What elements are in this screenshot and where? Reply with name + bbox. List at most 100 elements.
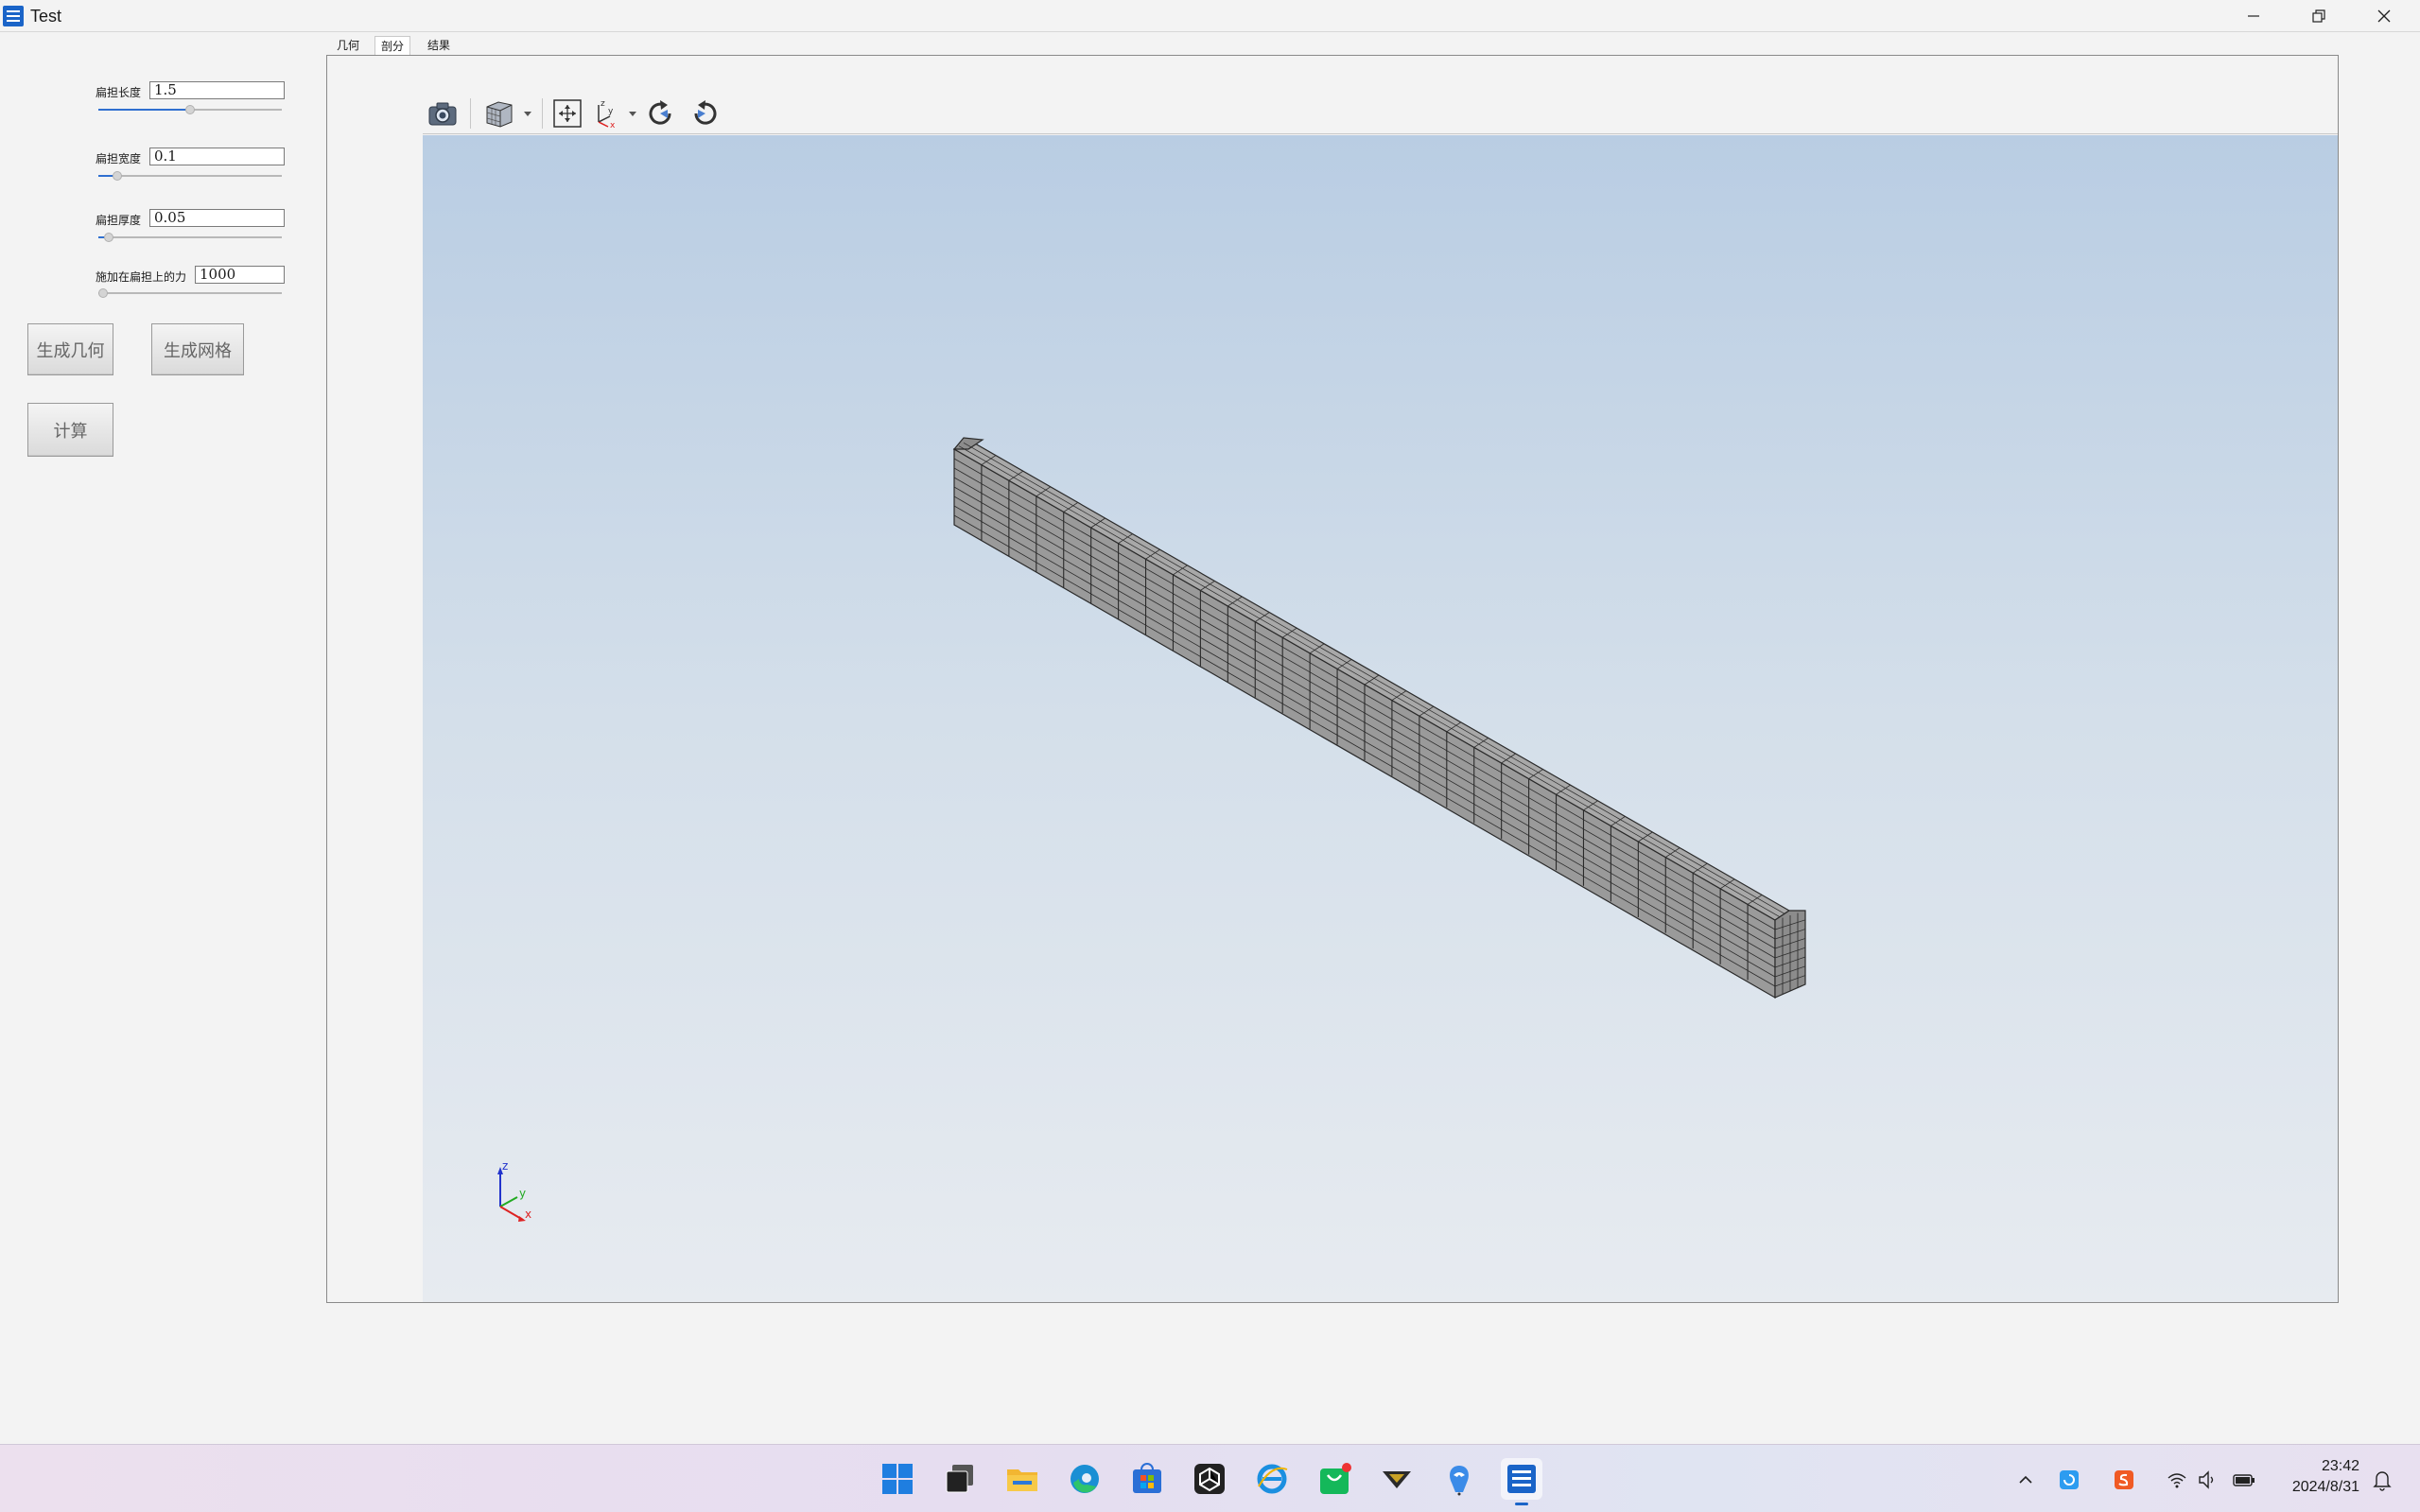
battery-icon <box>2233 1474 2255 1486</box>
param-label-force: 施加在扁担上的力 <box>96 270 187 284</box>
app-icon <box>3 6 24 26</box>
rotate-ccw-button[interactable] <box>688 96 723 130</box>
force-slider[interactable] <box>98 287 282 300</box>
mesh-line <box>953 458 1776 930</box>
force-input[interactable]: 1000 <box>195 266 285 284</box>
slider-handle[interactable] <box>103 233 113 242</box>
view-cube-button[interactable] <box>481 96 534 130</box>
viewer-toolbar: z y x <box>423 93 2338 134</box>
unity-button[interactable] <box>1189 1458 1230 1500</box>
notifications-button[interactable] <box>2370 1468 2394 1492</box>
ie-icon <box>1257 1464 1288 1494</box>
window-title: Test <box>30 7 62 26</box>
mesh-line <box>953 505 1776 978</box>
title-bar: Test <box>0 0 2420 32</box>
svg-text:y: y <box>608 107 614 116</box>
volume-icon <box>2199 1470 2214 1489</box>
task-view-button[interactable] <box>939 1458 981 1500</box>
compute-button[interactable]: 计算 <box>27 403 113 457</box>
slider-fill <box>98 175 113 177</box>
width-input[interactable]: 0.1 <box>149 148 285 165</box>
view-cube-icon <box>486 101 531 128</box>
tray-app-button[interactable] <box>2057 1468 2081 1492</box>
length-input[interactable]: 1.5 <box>149 81 285 99</box>
param-label-length: 扁担长度 <box>96 86 142 99</box>
rotate-ccw-icon <box>694 100 717 125</box>
close-button[interactable] <box>2352 0 2416 32</box>
tab-geometry[interactable]: 几何 <box>331 36 365 55</box>
qq-button[interactable] <box>1438 1458 1480 1500</box>
windows-start-button[interactable] <box>877 1458 918 1500</box>
slider-handle[interactable] <box>112 171 122 181</box>
thickness-slider[interactable] <box>98 231 282 244</box>
sogou-ime-icon <box>2115 1470 2133 1489</box>
generate-mesh-button[interactable]: 生成网格 <box>151 323 244 375</box>
mesh-line <box>953 514 1776 987</box>
game-button[interactable] <box>1376 1458 1418 1500</box>
slider-fill <box>98 109 185 111</box>
file-explorer-button[interactable] <box>1001 1458 1043 1500</box>
tab-mesh[interactable]: 剖分 <box>374 36 411 55</box>
task-view-icon <box>946 1465 973 1493</box>
length-slider[interactable] <box>98 103 282 116</box>
axis-view-icon: z y x <box>598 99 636 130</box>
battery-button[interactable] <box>2232 1468 2256 1492</box>
tray-app-icon <box>2060 1470 2079 1489</box>
camera-icon <box>428 102 457 126</box>
shopping-app-button[interactable] <box>1314 1458 1355 1500</box>
ie-button[interactable] <box>1251 1458 1293 1500</box>
rotate-cw-button[interactable] <box>642 96 678 130</box>
edge-icon <box>1071 1465 1099 1493</box>
wifi-button[interactable] <box>2165 1468 2189 1492</box>
system-clock[interactable]: 23:42 2024/8/31 <box>2292 1456 2359 1498</box>
param-label-width: 扁担宽度 <box>96 152 142 165</box>
ime-button[interactable] <box>2112 1468 2136 1492</box>
axis-view-button[interactable]: z y x <box>589 96 642 130</box>
thickness-input[interactable]: 0.05 <box>149 209 285 227</box>
mesh-line <box>958 445 1781 917</box>
x-axis-label: x <box>525 1208 531 1221</box>
show-hidden-icons-button[interactable] <box>2013 1468 2038 1492</box>
param-label-thickness: 扁担厚度 <box>96 214 142 227</box>
test-app-button[interactable] <box>1501 1458 1542 1505</box>
z-axis-label: z <box>502 1161 508 1173</box>
file-explorer-icon <box>1007 1469 1037 1491</box>
slider-handle[interactable] <box>185 105 195 114</box>
mesh-line <box>963 443 1785 914</box>
restore-button[interactable] <box>2287 0 2351 32</box>
test-app-icon <box>1507 1465 1536 1493</box>
fit-all-button[interactable] <box>549 96 585 130</box>
volume-button[interactable] <box>2196 1468 2220 1492</box>
close-icon <box>2377 9 2391 23</box>
taskbar: 23:42 2024/8/31 <box>0 1444 2420 1512</box>
wifi-icon <box>2168 1473 2186 1488</box>
chevron-up-icon <box>2019 1475 2032 1484</box>
tab-result[interactable]: 结果 <box>422 36 456 55</box>
store-button[interactable] <box>1126 1458 1168 1500</box>
mesh-line <box>953 486 1776 959</box>
bell-icon <box>2373 1471 2392 1491</box>
width-slider[interactable] <box>98 169 282 182</box>
svg-text:x: x <box>610 121 616 130</box>
restore-icon <box>2312 9 2325 23</box>
3d-viewport[interactable]: z y x <box>423 135 2338 1302</box>
minimize-icon <box>2248 15 2259 17</box>
slider-handle[interactable] <box>98 288 108 298</box>
generate-geometry-button[interactable]: 生成几何 <box>27 323 113 375</box>
wechat-store-icon <box>1320 1463 1351 1494</box>
clock-date: 2024/8/31 <box>2291 1479 2359 1495</box>
y-axis-label: y <box>519 1187 526 1200</box>
screenshot-button[interactable] <box>425 96 461 130</box>
slider-fill <box>98 236 104 238</box>
windows-start-icon <box>882 1464 913 1494</box>
fit-all-icon <box>553 99 582 128</box>
svg-text:z: z <box>601 99 605 109</box>
unity-icon <box>1194 1464 1225 1494</box>
mesh-line <box>953 467 1776 940</box>
minimize-button[interactable] <box>2221 0 2286 32</box>
rotate-cw-icon <box>649 100 671 125</box>
edge-button[interactable] <box>1064 1458 1106 1500</box>
y-axis <box>499 1196 518 1208</box>
mesh-line <box>953 495 1776 968</box>
axis-triad: z y x <box>497 1161 531 1222</box>
